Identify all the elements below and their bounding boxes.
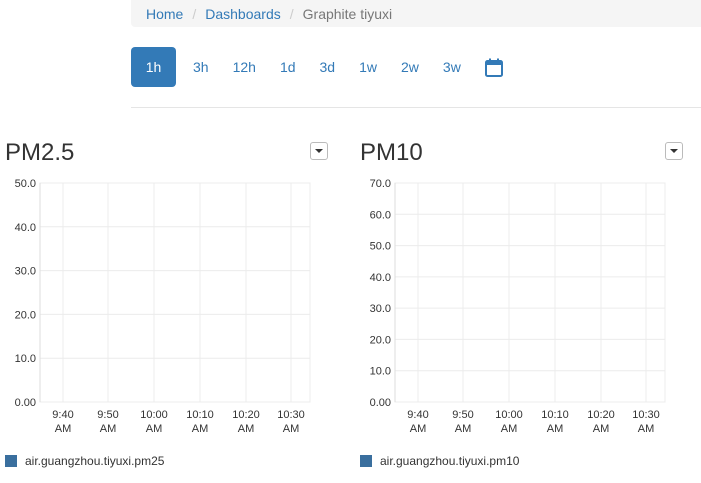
range-button-3d[interactable]: 3d bbox=[308, 47, 348, 87]
y-tick-label: 0.00 bbox=[15, 397, 36, 409]
panel-pm25: PM2.5 0.00 10.0 20.0 30.0 40.0 50.0 9:40 AM 9:50… bbox=[5, 138, 335, 483]
y-tick-label: 40.0 bbox=[15, 222, 36, 234]
panel-menu-button[interactable] bbox=[665, 142, 683, 160]
chevron-down-icon bbox=[315, 149, 323, 153]
y-tick-label: 20.0 bbox=[15, 309, 36, 321]
y-tick-label: 10.0 bbox=[370, 366, 391, 378]
range-button-2w[interactable]: 2w bbox=[389, 47, 431, 87]
y-tick-label: 10.0 bbox=[15, 353, 36, 365]
range-button-1h[interactable]: 1h bbox=[131, 47, 176, 87]
panel-title: PM10 bbox=[360, 139, 423, 166]
breadcrumb: Home / Dashboards / Graphite tiyuxi bbox=[131, 0, 701, 27]
y-tick-label: 20.0 bbox=[370, 334, 391, 346]
plot-area bbox=[39, 182, 311, 403]
x-tick-label: 10:00 AM bbox=[495, 409, 523, 435]
divider bbox=[131, 107, 701, 108]
legend-label: air.guangzhou.tiyuxi.pm25 bbox=[25, 454, 165, 468]
x-tick-label: 10:00 AM bbox=[140, 409, 168, 435]
plot-area bbox=[394, 182, 666, 403]
calendar-button[interactable] bbox=[473, 47, 515, 87]
x-tick-label: 10:20 AM bbox=[587, 409, 615, 435]
range-button-1w[interactable]: 1w bbox=[347, 47, 389, 87]
y-tick-label: 50.0 bbox=[370, 241, 391, 253]
breadcrumb-current: Graphite tiyuxi bbox=[302, 5, 393, 22]
x-tick-label: 10:30 AM bbox=[277, 409, 305, 435]
x-tick-label: 9:50 AM bbox=[97, 409, 118, 435]
panel-menu-button[interactable] bbox=[310, 142, 328, 160]
chart-legend: air.guangzhou.tiyuxi.pm25 bbox=[5, 454, 164, 468]
pm10-chart: 0.00 10.0 20.0 30.0 40.0 50.0 60.0 70.0 9:40 AM 9:… bbox=[370, 178, 666, 435]
x-tick-label: 9:40 AM bbox=[407, 409, 428, 435]
calendar-icon bbox=[484, 58, 503, 77]
y-tick-label: 30.0 bbox=[15, 266, 36, 278]
y-tick-label: 40.0 bbox=[370, 272, 391, 284]
range-button-12h[interactable]: 12h bbox=[221, 47, 268, 87]
breadcrumb-separator: / bbox=[192, 5, 197, 22]
y-tick-label: 0.00 bbox=[370, 397, 391, 409]
chart-legend: air.guangzhou.tiyuxi.pm10 bbox=[360, 454, 519, 468]
breadcrumb-separator: / bbox=[289, 5, 294, 22]
y-tick-label: 50.0 bbox=[15, 178, 36, 190]
x-tick-label: 9:50 AM bbox=[452, 409, 473, 435]
time-range-selector: 1h 3h 12h 1d 3d 1w 2w 3w bbox=[131, 47, 515, 87]
range-button-3h[interactable]: 3h bbox=[181, 47, 221, 87]
x-tick-label: 10:10 AM bbox=[541, 409, 569, 435]
y-tick-label: 30.0 bbox=[370, 303, 391, 315]
x-tick-label: 10:20 AM bbox=[232, 409, 260, 435]
x-tick-label: 9:40 AM bbox=[52, 409, 73, 435]
y-tick-label: 60.0 bbox=[370, 209, 391, 221]
legend-label: air.guangzhou.tiyuxi.pm10 bbox=[380, 454, 520, 468]
breadcrumb-home-link[interactable]: Home bbox=[146, 6, 183, 22]
x-tick-label: 10:30 AM bbox=[632, 409, 660, 435]
panel-title: PM2.5 bbox=[5, 139, 75, 166]
breadcrumb-dashboards-link[interactable]: Dashboards bbox=[205, 6, 281, 22]
panel-pm10: PM10 0.00 10.0 20.0 30.0 40.0 50.0 60.0 70.0 9:4… bbox=[360, 138, 690, 483]
y-tick-label: 70.0 bbox=[370, 178, 391, 190]
x-tick-label: 10:10 AM bbox=[186, 409, 214, 435]
pm25-chart: 0.00 10.0 20.0 30.0 40.0 50.0 9:40 AM 9:50 AM 10:0… bbox=[15, 178, 311, 435]
range-button-3w[interactable]: 3w bbox=[431, 47, 473, 87]
legend-swatch bbox=[5, 455, 17, 467]
legend-swatch bbox=[360, 455, 372, 467]
range-button-1d[interactable]: 1d bbox=[268, 47, 308, 87]
chevron-down-icon bbox=[670, 149, 678, 153]
